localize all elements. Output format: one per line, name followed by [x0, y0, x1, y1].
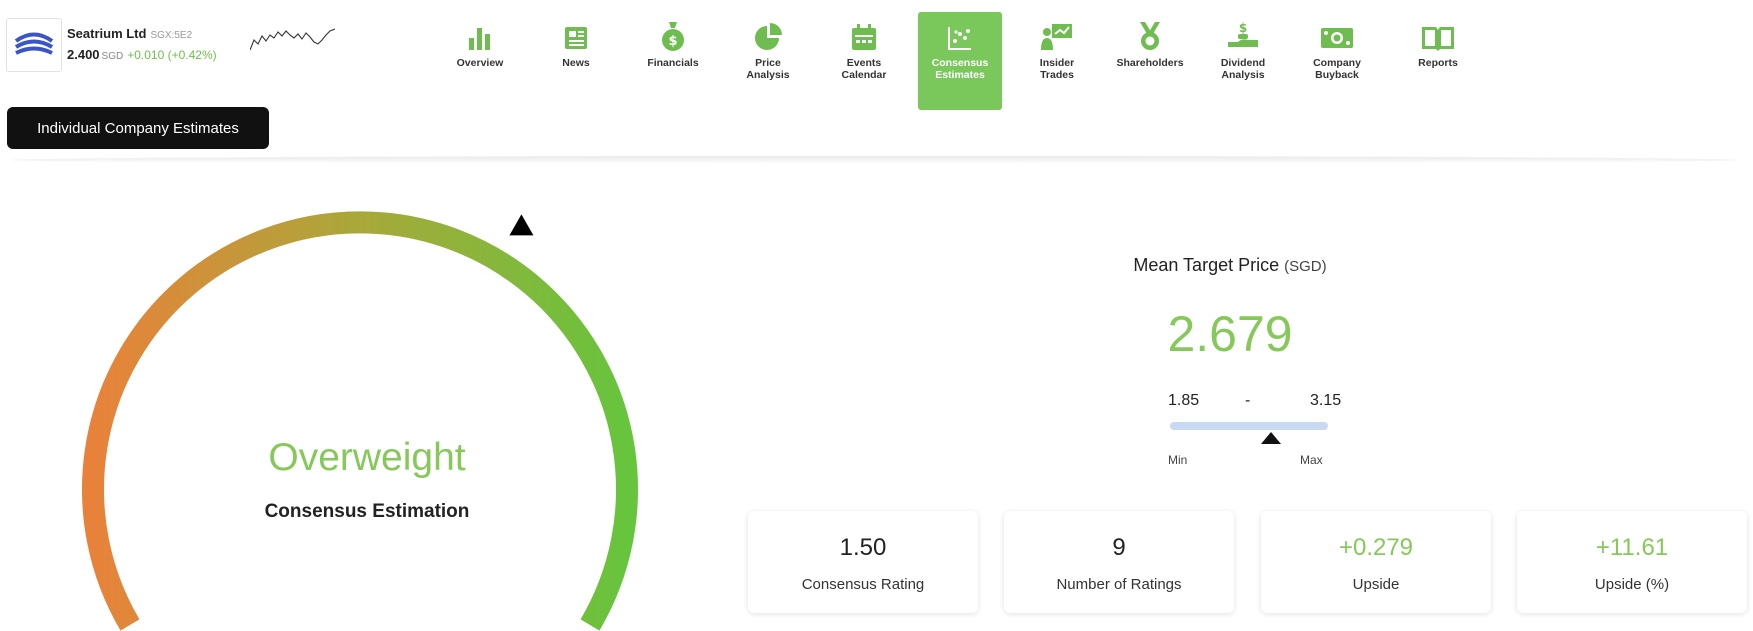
- money-bag-icon: $: [659, 12, 687, 52]
- stat-caption: Number of Ratings: [1056, 576, 1182, 593]
- nav-dividend-analysis[interactable]: $ Dividend Analysis: [1208, 12, 1278, 110]
- consensus-rating-caption: Consensus Estimation: [264, 501, 470, 522]
- nav-dividend-analysis-label: Dividend Analysis: [1220, 57, 1266, 81]
- target-range-min-label: Min: [1168, 453, 1188, 467]
- mean-target-title: Mean Target Price (SGD): [1100, 255, 1360, 276]
- gauge-marker-icon: [509, 214, 534, 236]
- stat-value: +11.61: [1595, 534, 1669, 561]
- target-range-max-label: Max: [1300, 453, 1323, 467]
- stat-upside: +0.279 Upside: [1261, 511, 1491, 613]
- calendar-icon: [850, 12, 878, 52]
- pie-chart-icon: [753, 12, 783, 52]
- target-range-marker-icon: [1260, 432, 1281, 444]
- bar-chart-icon: [466, 12, 494, 52]
- stat-consensus-rating: 1.50 Consensus Rating: [748, 511, 978, 613]
- nav-shareholders[interactable]: Shareholders: [1100, 12, 1200, 110]
- mean-target-unit: (SGD): [1284, 258, 1327, 275]
- stat-caption: Upside: [1352, 576, 1400, 593]
- nav-consensus-estimates-label: Consensus Estimates: [931, 57, 989, 81]
- target-range-low: 1.85: [1168, 392, 1200, 409]
- nav-shareholders-label: Shareholders: [1116, 57, 1184, 69]
- nav-events-calendar-label: Events Calendar: [841, 57, 887, 81]
- consensus-rating-word: Overweight: [268, 436, 466, 479]
- nav-insider-trades[interactable]: Insider Trades: [1024, 12, 1090, 110]
- nav-reports[interactable]: Reports: [1406, 12, 1470, 110]
- stat-value: 9: [1112, 534, 1126, 561]
- mean-target-title-text: Mean Target Price: [1133, 255, 1280, 275]
- stat-caption: Upside (%): [1594, 576, 1670, 593]
- book-icon: [1420, 12, 1456, 52]
- svg-text:$: $: [668, 34, 677, 49]
- section-nav: Overview News $ Financials Price Analysi…: [0, 12, 1753, 112]
- nav-events-calendar[interactable]: Events Calendar: [828, 12, 900, 110]
- medal-icon: [1136, 12, 1164, 52]
- target-range-high: 3.15: [1310, 392, 1342, 409]
- consensus-gauge: [82, 211, 638, 631]
- gauge-arc: [82, 211, 638, 631]
- newspaper-icon: [562, 12, 590, 52]
- nav-news-label: News: [562, 57, 590, 69]
- nav-price-analysis[interactable]: Price Analysis: [734, 12, 802, 110]
- nav-price-analysis-label: Price Analysis: [746, 57, 790, 81]
- nav-company-buyback[interactable]: Company Buyback: [1300, 12, 1374, 110]
- nav-overview-label: Overview: [456, 57, 504, 69]
- nav-overview[interactable]: Overview: [450, 12, 510, 110]
- stat-caption: Consensus Rating: [801, 576, 925, 593]
- target-range-separator: -: [1245, 392, 1251, 409]
- cash-icon: [1319, 12, 1355, 52]
- stat-value: +0.279: [1338, 534, 1414, 561]
- stat-number-of-ratings: 9 Number of Ratings: [1004, 511, 1234, 613]
- nav-news[interactable]: News: [546, 12, 606, 110]
- presenter-icon: [1040, 12, 1074, 52]
- dividend-hand-icon: $: [1226, 12, 1260, 52]
- svg-text:$: $: [1239, 21, 1247, 35]
- target-range-track: [1170, 422, 1328, 430]
- nav-financials-label: Financials: [647, 57, 699, 69]
- consensus-icon: [946, 12, 974, 52]
- mean-target-value: 2.679: [1167, 306, 1293, 362]
- stat-value: 1.50: [839, 534, 887, 561]
- nav-consensus-estimates[interactable]: Consensus Estimates: [918, 12, 1002, 110]
- nav-reports-label: Reports: [1418, 57, 1458, 69]
- individual-estimates-tab[interactable]: Individual Company Estimates: [7, 107, 269, 149]
- nav-company-buyback-label: Company Buyback: [1313, 57, 1361, 81]
- section-divider: [10, 156, 1740, 164]
- stat-upside-percent: +11.61 Upside (%): [1517, 511, 1747, 613]
- nav-insider-trades-label: Insider Trades: [1039, 57, 1075, 81]
- nav-financials[interactable]: $ Financials: [635, 12, 711, 110]
